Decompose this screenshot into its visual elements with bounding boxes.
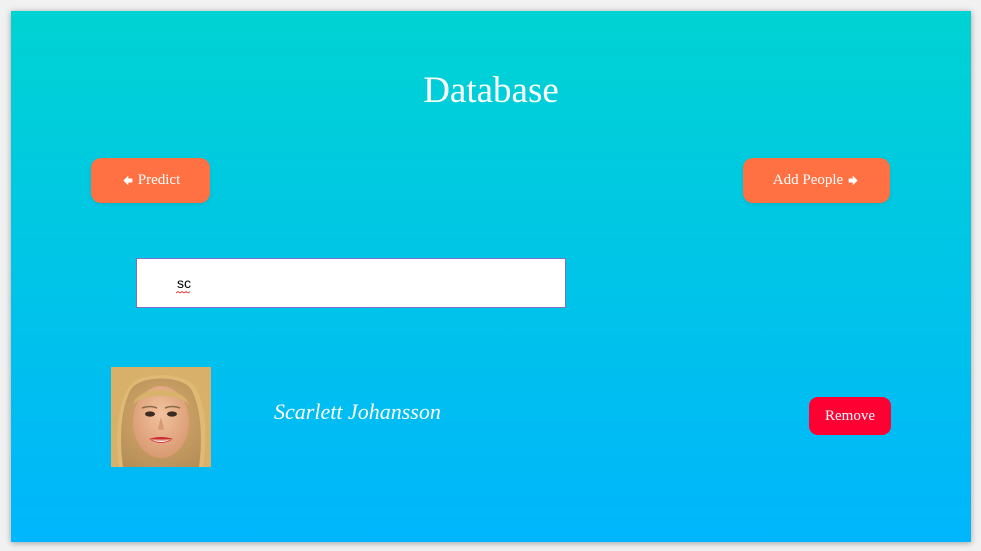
predict-button-label: Predict <box>137 172 181 188</box>
page-title: Database <box>423 70 559 111</box>
add-people-button-label: Add People <box>772 172 844 188</box>
person-photo <box>111 367 211 467</box>
person-name: Scarlett Johansson <box>274 399 441 424</box>
person-photo-image <box>111 367 211 467</box>
database-panel: Database Predict Add People sc Scarlett … <box>11 11 971 542</box>
search-input[interactable] <box>136 258 566 308</box>
add-people-button[interactable]: Add People <box>743 158 890 203</box>
arrow-right-icon <box>848 175 858 186</box>
remove-button[interactable]: Remove <box>809 397 891 435</box>
predict-button[interactable]: Predict <box>91 158 210 203</box>
arrow-left-icon <box>123 175 133 186</box>
